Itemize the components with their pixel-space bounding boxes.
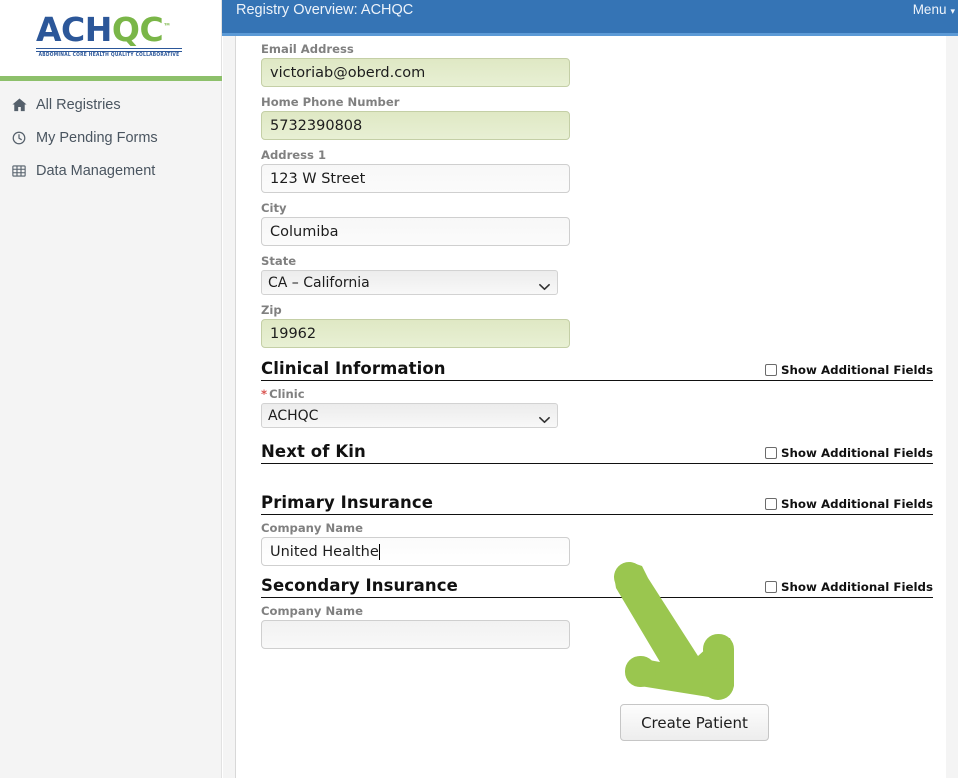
sidebar-item-all-registries[interactable]: All Registries xyxy=(0,88,222,121)
home-phone-number-input[interactable] xyxy=(261,111,570,140)
input-value: United Healthe xyxy=(270,543,379,560)
section-title: Next of Kin xyxy=(261,442,366,461)
field-zip: Zip xyxy=(261,303,933,348)
checkbox[interactable] xyxy=(765,447,778,459)
field-label: Company Name xyxy=(261,604,363,618)
show-additional-fields-toggle-next-of-kin[interactable]: Show Additional Fields xyxy=(765,446,933,460)
section-header-clinical-information: Clinical Information Show Additional Fie… xyxy=(261,359,933,381)
sidebar-green-divider xyxy=(0,76,222,81)
primary-insurance-company-name-input[interactable]: United Healthe xyxy=(261,537,570,566)
section-header-secondary-insurance: Secondary Insurance Show Additional Fiel… xyxy=(261,576,933,598)
field-home-phone-number: Home Phone Number xyxy=(261,95,933,140)
email-address-input[interactable] xyxy=(261,58,570,87)
main-content: Email Address Home Phone Number Address … xyxy=(237,36,946,778)
page-root: ACHQC™ ABDOMINAL CORE HEALTH QUALITY COL… xyxy=(0,0,958,778)
create-patient-button[interactable]: Create Patient xyxy=(620,704,769,741)
field-clinic: * Clinic ACHQC xyxy=(261,387,933,428)
checkbox[interactable] xyxy=(765,581,778,593)
sidebar-item-my-pending-forms[interactable]: My Pending Forms xyxy=(0,121,222,154)
show-additional-fields-toggle-clinical[interactable]: Show Additional Fields xyxy=(765,363,933,377)
sidebar-item-data-management[interactable]: Data Management xyxy=(0,154,222,187)
sidebar-item-label: My Pending Forms xyxy=(36,129,158,146)
logo-text-ach: ACH xyxy=(36,10,112,49)
section-header-next-of-kin: Next of Kin Show Additional Fields xyxy=(261,442,933,464)
sidebar: ACHQC™ ABDOMINAL CORE HEALTH QUALITY COL… xyxy=(0,0,222,778)
field-label: Home Phone Number xyxy=(261,95,400,109)
field-primary-insurance-company-name: Company Name United Healthe xyxy=(261,521,933,566)
field-label: * Clinic xyxy=(261,387,933,401)
clock-icon xyxy=(8,131,30,145)
show-additional-fields-toggle-secondary-insurance[interactable]: Show Additional Fields xyxy=(765,580,933,594)
content-left-gutter xyxy=(223,36,236,778)
achqc-logo[interactable]: ACHQC™ ABDOMINAL CORE HEALTH QUALITY COL… xyxy=(36,13,186,58)
field-label: State xyxy=(261,254,297,268)
section-header-primary-insurance: Primary Insurance Show Additional Fields xyxy=(261,493,933,515)
field-label-text: Clinic xyxy=(269,387,305,401)
sidebar-item-label: Data Management xyxy=(36,162,156,179)
secondary-insurance-company-name-input[interactable] xyxy=(261,620,570,649)
field-label: Company Name xyxy=(261,521,363,535)
logo-area: ACHQC™ ABDOMINAL CORE HEALTH QUALITY COL… xyxy=(0,0,221,76)
page-title: Registry Overview: ACHQC xyxy=(236,2,414,18)
field-label: Address 1 xyxy=(261,148,327,162)
address-1-input[interactable] xyxy=(261,164,570,193)
field-city: City xyxy=(261,201,933,246)
checkbox-label: Show Additional Fields xyxy=(781,363,933,377)
text-cursor xyxy=(378,543,380,560)
clinic-select-wrap: ACHQC xyxy=(261,403,558,428)
checkbox-label: Show Additional Fields xyxy=(781,446,933,460)
show-additional-fields-toggle-primary-insurance[interactable]: Show Additional Fields xyxy=(765,497,933,511)
top-header-bar: Registry Overview: ACHQC Menu ▾ xyxy=(222,0,958,33)
field-email-address: Email Address xyxy=(261,36,933,87)
city-input[interactable] xyxy=(261,217,570,246)
logo-text-qc: QC xyxy=(111,10,164,49)
field-secondary-insurance-company-name: Company Name xyxy=(261,604,933,649)
table-icon xyxy=(8,164,30,178)
home-icon xyxy=(8,98,30,112)
sidebar-nav: All Registries My Pending Forms Data Man… xyxy=(0,88,222,187)
sidebar-item-label: All Registries xyxy=(36,96,121,113)
menu-label: Menu xyxy=(912,2,947,17)
state-select[interactable]: CA – California xyxy=(261,270,558,295)
field-label: City xyxy=(261,201,287,215)
clinic-select[interactable]: ACHQC xyxy=(261,403,558,428)
section-title: Secondary Insurance xyxy=(261,576,458,595)
chevron-down-icon: ▾ xyxy=(950,6,955,16)
field-label: Zip xyxy=(261,303,282,317)
checkbox-label: Show Additional Fields xyxy=(781,497,933,511)
logo-trademark-symbol: ™ xyxy=(163,22,171,31)
logo-wordmark: ACHQC™ xyxy=(36,13,186,46)
top-header-inner: Registry Overview: ACHQC Menu ▾ xyxy=(222,0,958,33)
checkbox[interactable] xyxy=(765,498,778,510)
section-title: Clinical Information xyxy=(261,359,446,378)
field-state: State CA – California xyxy=(261,254,933,295)
field-label: Email Address xyxy=(261,42,354,56)
checkbox[interactable] xyxy=(765,364,778,376)
content-right-gutter xyxy=(946,36,958,778)
patient-form: Email Address Home Phone Number Address … xyxy=(261,36,933,741)
field-address-1: Address 1 xyxy=(261,148,933,193)
state-select-wrap: CA – California xyxy=(261,270,558,295)
zip-input[interactable] xyxy=(261,319,570,348)
menu-dropdown-button[interactable]: Menu ▾ xyxy=(913,2,955,17)
section-title: Primary Insurance xyxy=(261,493,433,512)
required-asterisk: * xyxy=(261,387,268,401)
logo-tagline: ABDOMINAL CORE HEALTH QUALITY COLLABORAT… xyxy=(38,52,180,59)
checkbox-label: Show Additional Fields xyxy=(781,580,933,594)
